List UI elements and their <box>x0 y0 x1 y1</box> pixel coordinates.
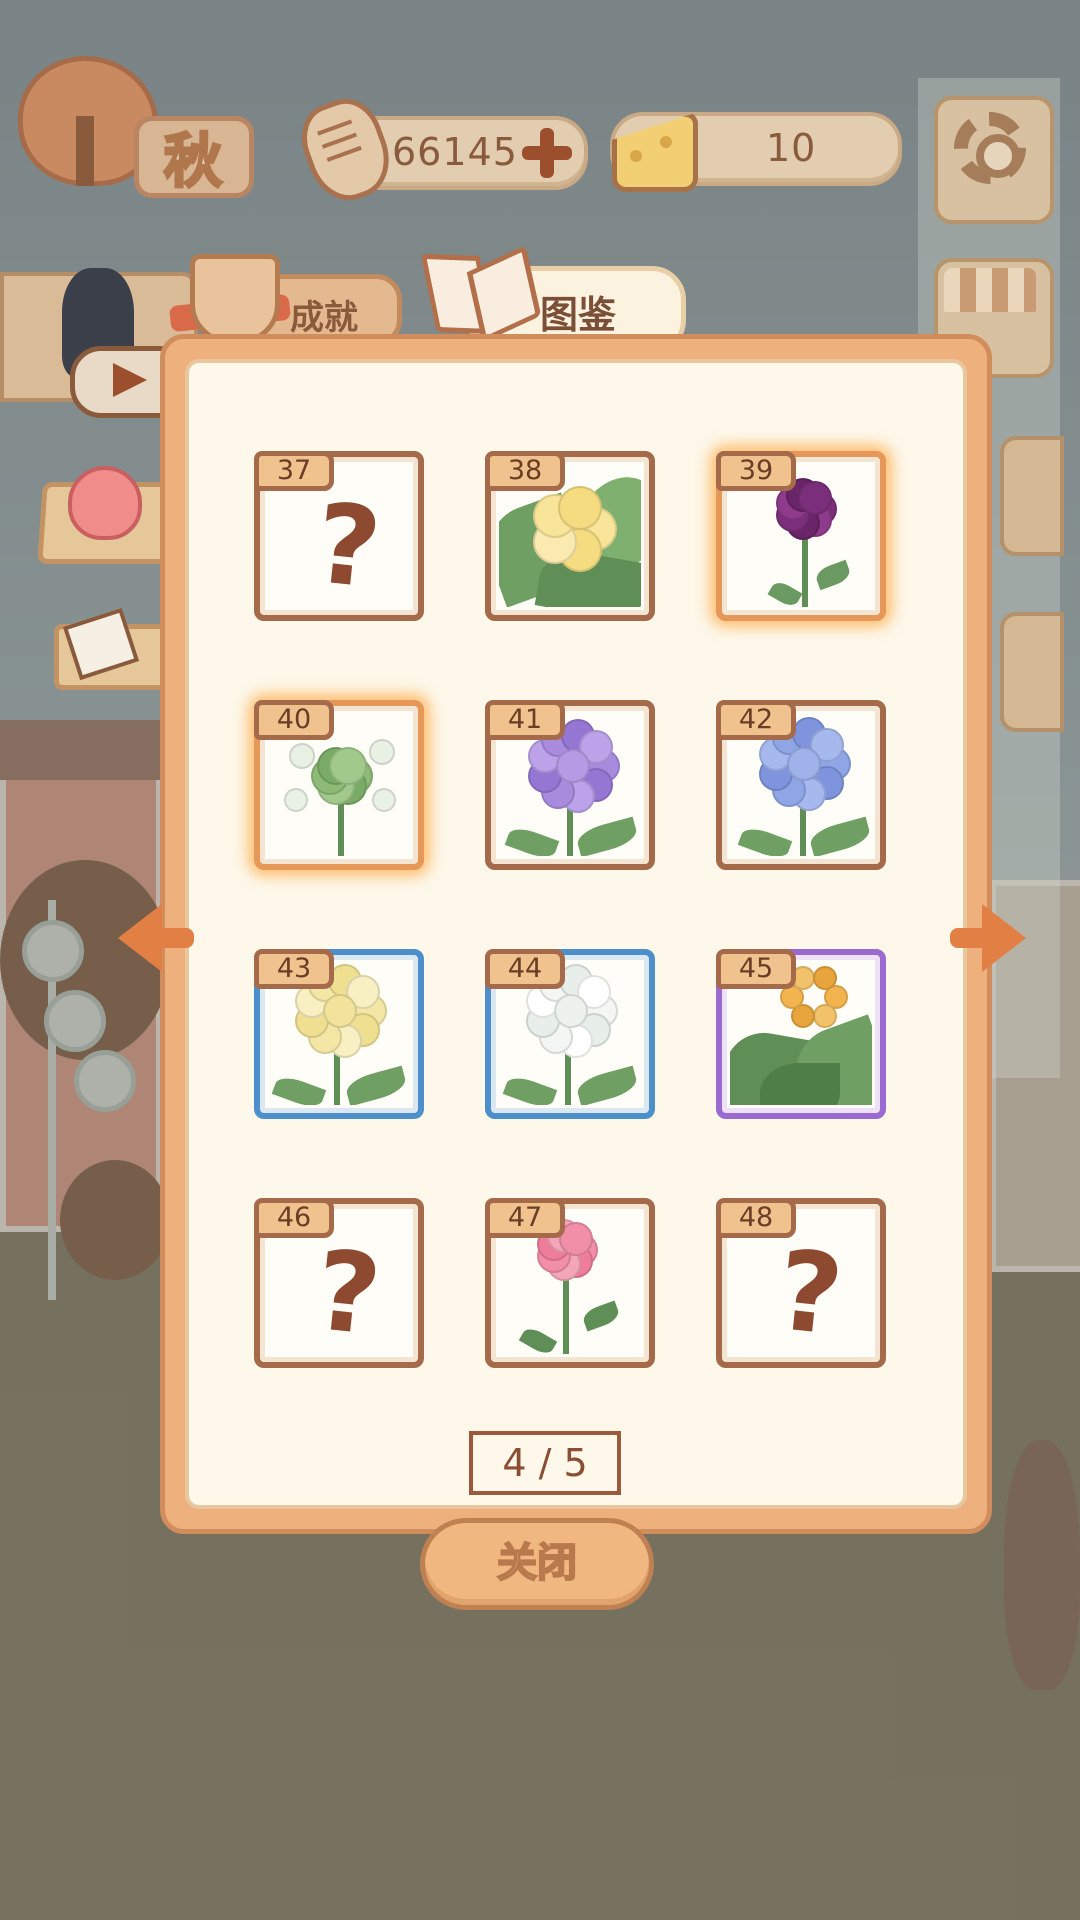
page-indicator: 4 / 5 <box>469 1431 621 1495</box>
basket-button[interactable] <box>1000 436 1064 556</box>
flower-slot-47[interactable]: 47 <box>485 1198 655 1368</box>
rose-icon <box>68 466 142 540</box>
flower-slot-46[interactable]: ? 46 <box>254 1198 424 1368</box>
flower-slot-48[interactable]: ? 48 <box>716 1198 886 1368</box>
petal <box>787 747 821 781</box>
question-mark-icon: ? <box>309 1226 387 1354</box>
flower-slot-39[interactable]: 39 <box>716 451 886 621</box>
leaf <box>767 578 803 607</box>
leaf <box>574 816 640 856</box>
leaf <box>502 1073 558 1105</box>
petal <box>289 743 315 769</box>
petal <box>554 994 588 1028</box>
add-currency-plus-icon[interactable] <box>522 128 572 178</box>
tab-atlas-label: 图鉴 <box>540 293 617 337</box>
petal <box>797 481 832 516</box>
next-page-arrow-icon[interactable] <box>950 900 1026 976</box>
flower-slot-45[interactable]: 45 <box>716 949 886 1119</box>
book-icon <box>420 245 542 343</box>
slot-number: 39 <box>716 451 796 491</box>
leaf <box>813 559 853 591</box>
flower-slot-37[interactable]: ? 37 <box>254 451 424 621</box>
tree-trunk <box>76 116 94 186</box>
slot-number: 42 <box>716 700 796 740</box>
slot-number: 48 <box>716 1198 796 1238</box>
cheese-hole <box>630 150 642 162</box>
slot-number: 45 <box>716 949 796 989</box>
petal <box>557 486 602 531</box>
stem <box>802 535 808 607</box>
leaf <box>574 1065 640 1105</box>
gear-icon <box>954 112 1026 184</box>
cheese-hole <box>660 136 672 148</box>
leaf <box>343 1065 409 1105</box>
season-label: 秋 <box>162 126 223 197</box>
season-badge: 秋 <box>14 56 254 198</box>
shop-awning-icon <box>944 268 1036 312</box>
leaf <box>737 824 793 856</box>
flower-slot-43[interactable]: 43 <box>254 949 424 1119</box>
leaf <box>807 816 872 856</box>
stem <box>563 1278 569 1354</box>
flower-slot-42[interactable]: 42 <box>716 700 886 870</box>
petal <box>813 1004 837 1029</box>
tab-achievements-label: 成就 <box>290 298 358 338</box>
leaf <box>271 1073 327 1105</box>
slot-number: 38 <box>485 451 565 491</box>
question-mark-icon: ? <box>309 479 387 607</box>
flower-slot-40[interactable]: 40 <box>254 700 424 870</box>
slot-number: 47 <box>485 1198 565 1238</box>
petal <box>323 994 357 1028</box>
petal <box>329 746 367 785</box>
slot-number: 41 <box>485 700 565 740</box>
leaf <box>580 1300 622 1332</box>
petal <box>372 788 396 812</box>
leaf <box>504 824 560 856</box>
leaf <box>518 1324 558 1354</box>
decor-button[interactable] <box>1000 612 1064 732</box>
question-mark-icon: ? <box>771 1226 849 1354</box>
flower-slot-38[interactable]: 38 <box>485 451 655 621</box>
slot-number: 37 <box>254 451 334 491</box>
flower-slot-41[interactable]: 41 <box>485 700 655 870</box>
petal <box>284 788 308 812</box>
petal <box>369 739 395 765</box>
fish-bone-count: 66145 <box>392 130 518 174</box>
close-button[interactable]: 关闭 <box>420 1518 654 1610</box>
petal <box>556 749 590 783</box>
cheese-count: 10 <box>766 126 817 170</box>
slot-number: 46 <box>254 1198 334 1238</box>
slot-number: 43 <box>254 949 334 989</box>
petal <box>813 965 837 990</box>
previous-page-arrow-icon[interactable] <box>118 900 194 976</box>
flower-slot-44[interactable]: 44 <box>485 949 655 1119</box>
slot-number: 44 <box>485 949 565 989</box>
trophy-icon <box>190 254 280 344</box>
slot-number: 40 <box>254 700 334 740</box>
